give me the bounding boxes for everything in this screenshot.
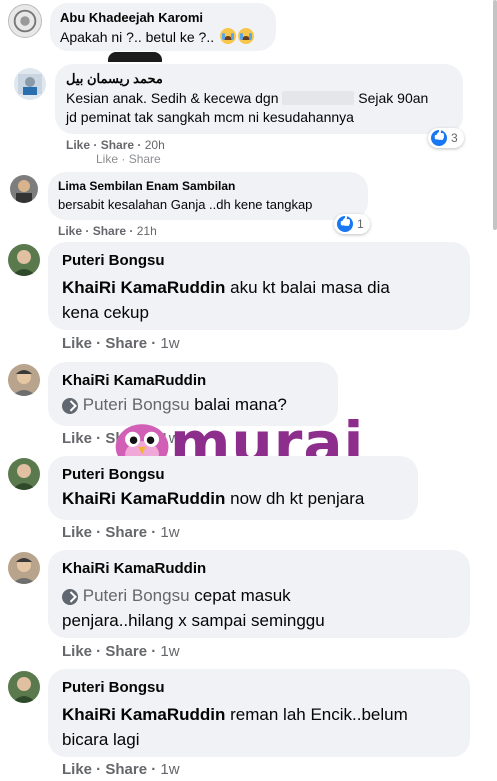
like-reaction-icon [431, 130, 447, 146]
comment-text: cepat masuk [194, 586, 291, 605]
comment-text: aku kt balai masa dia [230, 278, 390, 297]
reply-arrow-icon [62, 397, 78, 414]
share-button[interactable]: Share [105, 643, 147, 660]
comment-text: bersabit kesalahan Ganja ..dh kene tangk… [58, 197, 313, 212]
comment-time[interactable]: 1w [160, 643, 179, 660]
mention-tag[interactable]: KhaiRi KamaRuddin [62, 278, 225, 297]
avatar[interactable] [8, 244, 40, 276]
comment-author[interactable]: KhaiRi KamaRuddin [62, 372, 324, 389]
crying-face-icon [220, 28, 236, 44]
comment-text: jd peminat tak sangkah mcm ni kesudahann… [66, 109, 354, 125]
comment-time[interactable]: 1w [160, 335, 179, 352]
mention-tag[interactable]: KhaiRi KamaRuddin [62, 489, 225, 508]
like-button[interactable]: Like [62, 430, 92, 447]
scrollbar[interactable] [493, 0, 497, 230]
media-thumbnail[interactable] [108, 52, 162, 62]
avatar[interactable] [8, 364, 40, 396]
mention-tag[interactable]: Puteri Bongsu [83, 586, 190, 605]
redacted-text [282, 91, 355, 105]
reply-arrow-icon [62, 588, 78, 605]
share-button[interactable]: Share [105, 335, 147, 352]
like-button[interactable]: Like [62, 643, 92, 660]
share-button[interactable]: Share [93, 224, 126, 238]
like-button[interactable]: Like [58, 224, 82, 238]
like-button[interactable]: Like [62, 761, 92, 778]
crying-face-icon [238, 28, 254, 44]
comment-text: penjara..hilang x sampai seminggu [62, 611, 325, 630]
comment-text: now dh kt penjara [230, 489, 365, 508]
reaction-count[interactable]: 1 [334, 214, 370, 234]
comment-text: kena cekup [62, 303, 149, 322]
comment-author[interactable]: Puteri Bongsu [62, 252, 456, 269]
avatar[interactable] [10, 175, 38, 203]
comment-thread: { "comments": [ {"author": "Abu Khadeeja… [0, 0, 497, 781]
like-button[interactable]: Like [62, 524, 92, 541]
comment-time[interactable]: 1w [160, 524, 179, 541]
avatar[interactable] [8, 552, 40, 584]
comment-time[interactable]: 1w [160, 761, 179, 778]
comment-text: Apakah ni ?.. betul ke ?.. [60, 29, 215, 45]
comment-text: reman lah Encik..belum [230, 705, 408, 724]
comment-author[interactable]: KhaiRi KamaRuddin [62, 560, 456, 577]
share-button[interactable]: Share [101, 138, 134, 152]
comment-author[interactable]: Puteri Bongsu [62, 679, 456, 696]
comment-author[interactable]: محمد ريسمان بيل [66, 71, 452, 87]
avatar[interactable] [8, 671, 40, 703]
like-button[interactable]: Like [62, 335, 92, 352]
collapsed-actions: Like · Share [96, 152, 161, 166]
comment-author[interactable]: Puteri Bongsu [62, 466, 404, 483]
avatar[interactable] [14, 68, 46, 100]
share-button[interactable]: Share [105, 761, 147, 778]
like-button[interactable]: Like [66, 138, 90, 152]
share-button[interactable]: Share [105, 524, 147, 541]
mention-tag[interactable]: KhaiRi KamaRuddin [62, 705, 225, 724]
comment-author[interactable]: Abu Khadeejah Karomi [60, 10, 266, 25]
comment-text: Kesian anak. Sedih & kecewa dgn [66, 90, 279, 106]
comment-text: Sejak 90an [358, 90, 429, 106]
comment-author[interactable]: Lima Sembilan Enam Sambilan [58, 179, 358, 193]
comment-text: bicara lagi [62, 730, 140, 749]
reaction-count[interactable]: 3 [428, 128, 464, 148]
comment-time[interactable]: 20h [145, 138, 165, 152]
avatar[interactable] [8, 458, 40, 490]
like-reaction-icon [337, 216, 353, 232]
comment-time[interactable]: 21h [137, 224, 157, 238]
avatar[interactable] [8, 4, 42, 38]
